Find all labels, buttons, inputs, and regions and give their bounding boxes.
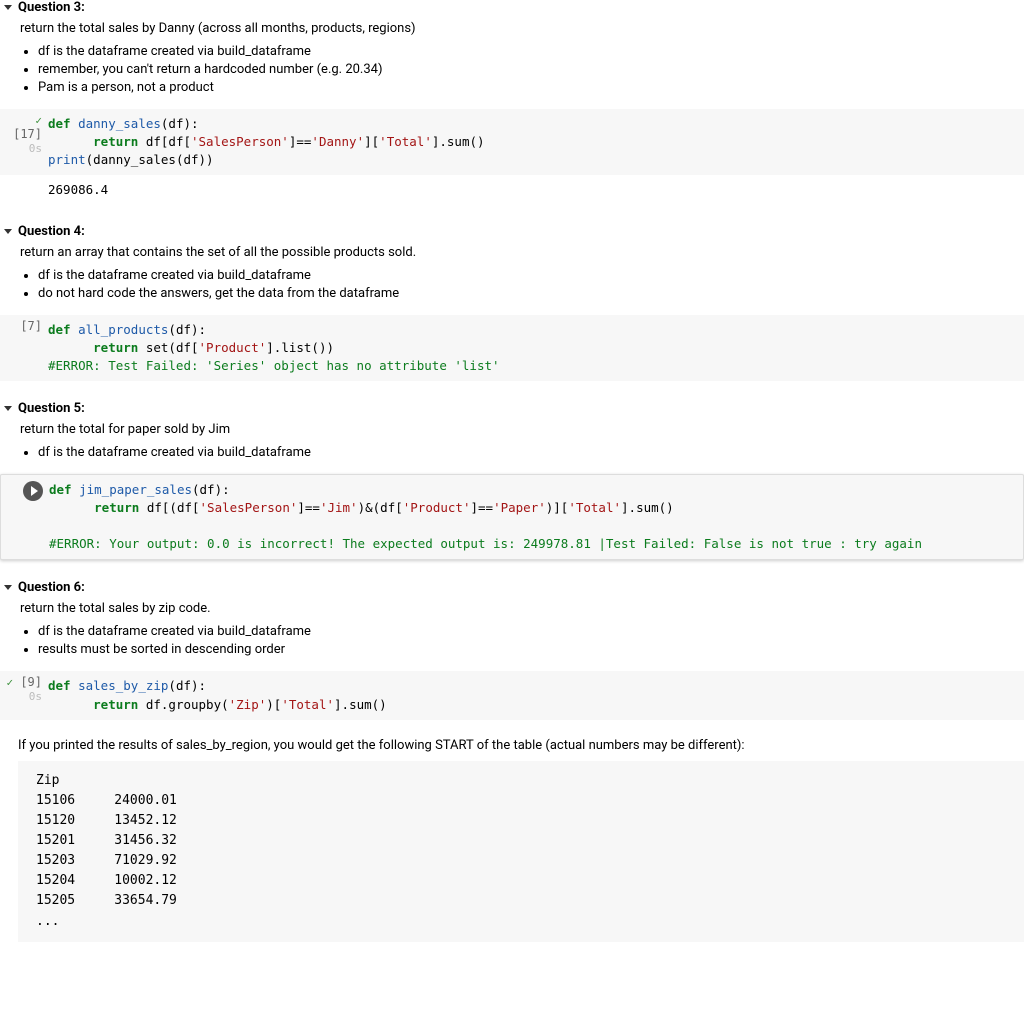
q5-desc: return the total for paper sold by Jim bbox=[20, 422, 1024, 437]
cell-gutter: ✓ [9] 0s bbox=[0, 675, 48, 703]
run-button[interactable] bbox=[23, 481, 43, 501]
play-icon bbox=[31, 486, 38, 496]
error-msg: #ERROR: Test Failed: 'Series' object has… bbox=[48, 358, 500, 373]
cell-gutter: [7] bbox=[0, 319, 48, 333]
check-icon: ✓ bbox=[6, 676, 13, 689]
q5-code-cell[interactable]: def jim_paper_sales(df): return df[(df['… bbox=[0, 474, 1024, 561]
q4-code-cell[interactable]: [7] def all_products(df): return set(df[… bbox=[0, 315, 1024, 381]
list-item: df is the dataframe created via build_da… bbox=[38, 624, 1024, 639]
list-item: df is the dataframe created via build_da… bbox=[38, 445, 1024, 460]
list-item: df is the dataframe created via build_da… bbox=[38, 268, 1024, 283]
question-4: Question 4: return an array that contain… bbox=[0, 224, 1024, 381]
list-item: remember, you can't return a hardcoded n… bbox=[38, 62, 1024, 77]
exec-count: [17] bbox=[13, 127, 42, 141]
code-block[interactable]: def danny_sales(df): return df[df['Sales… bbox=[48, 113, 1024, 171]
q4-bullets: df is the dataframe created via build_da… bbox=[38, 268, 1024, 301]
question-3: Question 3: return the total sales by Da… bbox=[0, 0, 1024, 204]
cell-gutter: ✓ [17] 0s bbox=[0, 113, 48, 155]
collapse-icon[interactable] bbox=[4, 5, 12, 10]
q6-title: Question 6: bbox=[18, 580, 85, 595]
error-msg: #ERROR: Your output: 0.0 is incorrect! T… bbox=[49, 536, 922, 551]
q3-desc: return the total sales by Danny (across … bbox=[20, 21, 1024, 36]
cell-gutter bbox=[1, 479, 49, 501]
exec-time: 0s bbox=[29, 690, 42, 703]
exec-count: [9] bbox=[20, 675, 42, 689]
q3-title: Question 3: bbox=[18, 0, 85, 15]
q4-heading[interactable]: Question 4: bbox=[0, 224, 1024, 239]
q5-bullets: df is the dataframe created via build_da… bbox=[38, 445, 1024, 460]
q6-output: Zip 15106 24000.01 15120 13452.12 15201 … bbox=[18, 761, 1024, 942]
q5-title: Question 5: bbox=[18, 401, 85, 416]
q4-title: Question 4: bbox=[18, 224, 85, 239]
q3-code-cell[interactable]: ✓ [17] 0s def danny_sales(df): return df… bbox=[0, 109, 1024, 175]
q6-desc: return the total sales by zip code. bbox=[20, 601, 1024, 616]
q6-bullets: df is the dataframe created via build_da… bbox=[38, 624, 1024, 657]
q6-code-cell[interactable]: ✓ [9] 0s def sales_by_zip(df): return df… bbox=[0, 671, 1024, 719]
q6-output-wrap: Zip 15106 24000.01 15120 13452.12 15201 … bbox=[18, 761, 1024, 942]
q6-heading[interactable]: Question 6: bbox=[0, 580, 1024, 595]
list-item: Pam is a person, not a product bbox=[38, 80, 1024, 95]
q6-explain: If you printed the results of sales_by_r… bbox=[18, 738, 1024, 753]
code-block[interactable]: def sales_by_zip(df): return df.groupby(… bbox=[48, 675, 1024, 715]
q3-bullets: df is the dataframe created via build_da… bbox=[38, 44, 1024, 95]
check-icon: ✓ bbox=[35, 114, 42, 127]
code-block[interactable]: def jim_paper_sales(df): return df[(df['… bbox=[49, 479, 1023, 556]
q5-heading[interactable]: Question 5: bbox=[0, 401, 1024, 416]
q4-desc: return an array that contains the set of… bbox=[20, 245, 1024, 260]
code-block[interactable]: def all_products(df): return set(df['Pro… bbox=[48, 319, 1024, 377]
exec-time: 0s bbox=[29, 142, 42, 155]
q3-heading[interactable]: Question 3: bbox=[0, 0, 1024, 15]
list-item: do not hard code the answers, get the da… bbox=[38, 286, 1024, 301]
question-6: Question 6: return the total sales by zi… bbox=[0, 580, 1024, 941]
q3-output: 269086.4 bbox=[48, 175, 1024, 203]
list-item: df is the dataframe created via build_da… bbox=[38, 44, 1024, 59]
collapse-icon[interactable] bbox=[4, 406, 12, 411]
question-5: Question 5: return the total for paper s… bbox=[0, 401, 1024, 561]
collapse-icon[interactable] bbox=[4, 585, 12, 590]
list-item: results must be sorted in descending ord… bbox=[38, 642, 1024, 657]
collapse-icon[interactable] bbox=[4, 229, 12, 234]
exec-count: [7] bbox=[20, 319, 42, 333]
